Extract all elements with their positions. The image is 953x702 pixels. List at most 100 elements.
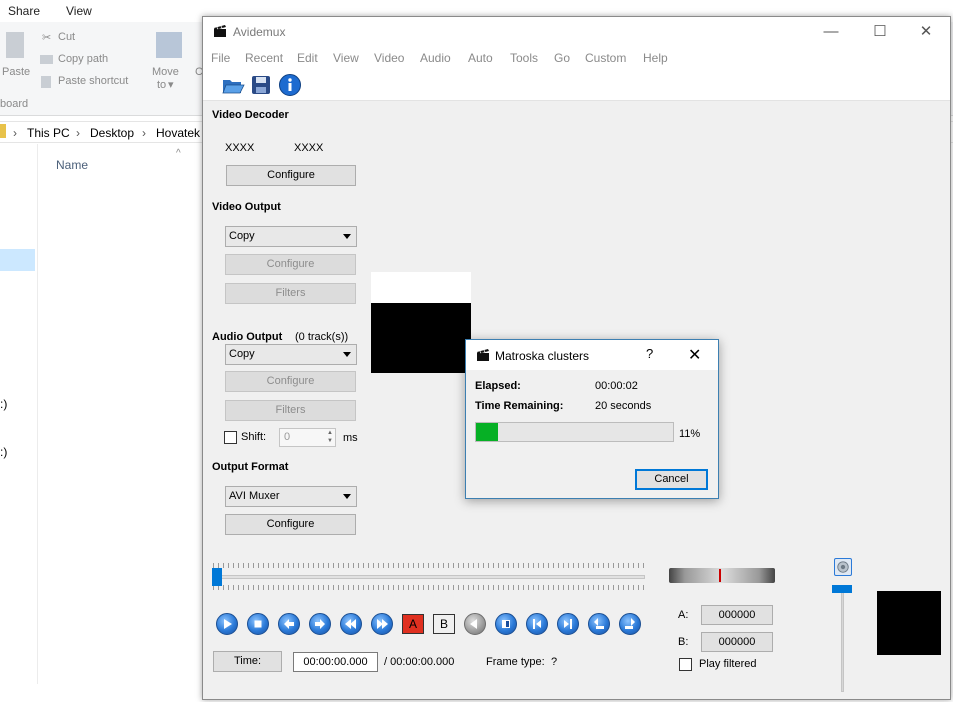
menu-video[interactable]: Video bbox=[374, 51, 404, 65]
paste-button[interactable]: Paste bbox=[2, 66, 30, 78]
menu-auto[interactable]: Auto bbox=[468, 51, 493, 65]
volume-slider[interactable] bbox=[841, 592, 844, 692]
decoder-configure-button[interactable]: Configure bbox=[226, 165, 356, 186]
stop-button[interactable] bbox=[247, 613, 269, 635]
forward-seconds-button[interactable] bbox=[619, 613, 641, 635]
previous-keyframe-button[interactable] bbox=[340, 613, 362, 635]
shift-value: 0 bbox=[284, 431, 291, 443]
jog-shuttle[interactable] bbox=[669, 568, 775, 583]
video-decoder-title: Video Decoder bbox=[212, 109, 289, 121]
audio-configure-button[interactable]: Configure bbox=[225, 371, 356, 392]
copy-path-button[interactable]: Copy path bbox=[58, 53, 108, 65]
column-header-name[interactable]: Name bbox=[56, 158, 88, 172]
goto-b-icon bbox=[533, 619, 541, 629]
time-button[interactable]: Time: bbox=[213, 651, 282, 672]
minimize-icon[interactable]: — bbox=[820, 21, 842, 43]
copy-path-icon bbox=[40, 55, 53, 64]
video-filters-button[interactable]: Filters bbox=[225, 283, 356, 304]
video-configure-button[interactable]: Configure bbox=[225, 254, 356, 275]
breadcrumb-desktop[interactable]: Desktop bbox=[90, 126, 134, 140]
nav-drive-label[interactable]: :) bbox=[0, 445, 7, 459]
menu-help[interactable]: Help bbox=[643, 51, 668, 65]
previous-frame-button[interactable] bbox=[278, 613, 300, 635]
clapperboard-icon bbox=[477, 349, 489, 361]
play-filtered-checkbox[interactable] bbox=[679, 658, 692, 671]
save-icon[interactable] bbox=[249, 73, 273, 97]
menu-custom[interactable]: Custom bbox=[585, 51, 626, 65]
help-icon[interactable]: ? bbox=[646, 346, 653, 361]
marker-b-field[interactable]: 000000 bbox=[701, 632, 773, 652]
goto-marker-a-button[interactable] bbox=[495, 613, 517, 635]
chevron-down-icon bbox=[343, 234, 351, 239]
shift-label: Shift: bbox=[241, 431, 267, 443]
progress-dialog: Matroska clusters ? ✕ Elapsed: 00:00:02 … bbox=[465, 339, 719, 499]
spin-up-icon[interactable]: ▲ bbox=[327, 430, 333, 437]
scissors-icon: ✂ bbox=[42, 32, 52, 44]
decoder-codec-b: XXXX bbox=[294, 142, 324, 154]
maximize-icon[interactable]: ☐ bbox=[869, 21, 891, 43]
rewind-icon bbox=[345, 619, 356, 629]
speaker-icon bbox=[837, 561, 849, 573]
goto-a-icon bbox=[502, 620, 510, 628]
chevron-down-icon bbox=[343, 494, 351, 499]
menu-go[interactable]: Go bbox=[554, 51, 570, 65]
open-folder-icon[interactable] bbox=[221, 73, 245, 97]
info-icon[interactable] bbox=[278, 73, 302, 97]
audio-output-selected: Copy bbox=[229, 348, 255, 360]
remaining-label: Time Remaining: bbox=[475, 400, 564, 412]
goto-end-icon bbox=[564, 619, 572, 629]
video-preview bbox=[371, 303, 471, 373]
volume-slider-thumb[interactable] bbox=[832, 585, 852, 593]
paste-shortcut-button[interactable]: Paste shortcut bbox=[58, 75, 128, 87]
fast-forward-icon bbox=[377, 619, 388, 629]
total-time: / 00:00:00.000 bbox=[384, 656, 455, 668]
nav-drive-label[interactable]: :) bbox=[0, 397, 7, 411]
paste-shortcut-icon bbox=[41, 76, 51, 88]
previous-cut-button[interactable] bbox=[464, 613, 486, 635]
nav-selected-item[interactable] bbox=[0, 249, 35, 271]
timeline-slider[interactable] bbox=[213, 575, 645, 579]
breadcrumb-chevron-icon: › bbox=[13, 126, 17, 140]
shift-checkbox[interactable] bbox=[224, 431, 237, 444]
goto-marker-b-button[interactable] bbox=[526, 613, 548, 635]
play-button[interactable] bbox=[216, 613, 238, 635]
volume-icon[interactable] bbox=[834, 558, 852, 576]
menu-tools[interactable]: Tools bbox=[510, 51, 538, 65]
audio-output-select[interactable]: Copy bbox=[225, 344, 357, 365]
timeline-slider-thumb[interactable] bbox=[212, 568, 222, 586]
arrow-left-icon bbox=[284, 619, 294, 629]
clipboard-group-label: board bbox=[0, 98, 29, 110]
close-icon[interactable]: ✕ bbox=[915, 21, 937, 43]
tab-share[interactable]: Share bbox=[8, 4, 40, 18]
cancel-button[interactable]: Cancel bbox=[635, 469, 708, 490]
breadcrumb-this-pc[interactable]: This PC bbox=[27, 126, 70, 140]
goto-end-button[interactable] bbox=[557, 613, 579, 635]
play-icon bbox=[224, 619, 232, 629]
progress-percent: 11% bbox=[679, 428, 701, 440]
prev-cut-icon bbox=[470, 619, 477, 629]
video-output-select[interactable]: Copy bbox=[225, 226, 357, 247]
close-icon[interactable]: ✕ bbox=[688, 345, 701, 365]
menu-view[interactable]: View bbox=[333, 51, 359, 65]
output-format-select[interactable]: AVI Muxer bbox=[225, 486, 357, 507]
shift-unit: ms bbox=[343, 432, 358, 444]
set-marker-a-button[interactable]: A bbox=[402, 614, 424, 634]
menu-edit[interactable]: Edit bbox=[297, 51, 318, 65]
tab-view[interactable]: View bbox=[66, 4, 92, 18]
menu-recent[interactable]: Recent bbox=[245, 51, 283, 65]
shift-spinbox[interactable]: 0 ▲ ▼ bbox=[279, 428, 336, 447]
menu-audio[interactable]: Audio bbox=[420, 51, 451, 65]
format-configure-button[interactable]: Configure bbox=[225, 514, 356, 535]
marker-a-field[interactable]: 000000 bbox=[701, 605, 773, 625]
rewind-seconds-button[interactable] bbox=[588, 613, 610, 635]
breadcrumb-hovatek[interactable]: Hovatek bbox=[156, 126, 200, 140]
spin-down-icon[interactable]: ▼ bbox=[327, 438, 333, 445]
audio-filters-button[interactable]: Filters bbox=[225, 400, 356, 421]
cut-button[interactable]: Cut bbox=[58, 31, 75, 43]
menu-file[interactable]: File bbox=[211, 51, 230, 65]
current-time-field[interactable]: 00:00:00.000 bbox=[293, 652, 378, 672]
next-keyframe-button[interactable] bbox=[371, 613, 393, 635]
next-frame-button[interactable] bbox=[309, 613, 331, 635]
move-to-button[interactable]: Move bbox=[152, 66, 179, 78]
set-marker-b-button[interactable]: B bbox=[433, 614, 455, 634]
